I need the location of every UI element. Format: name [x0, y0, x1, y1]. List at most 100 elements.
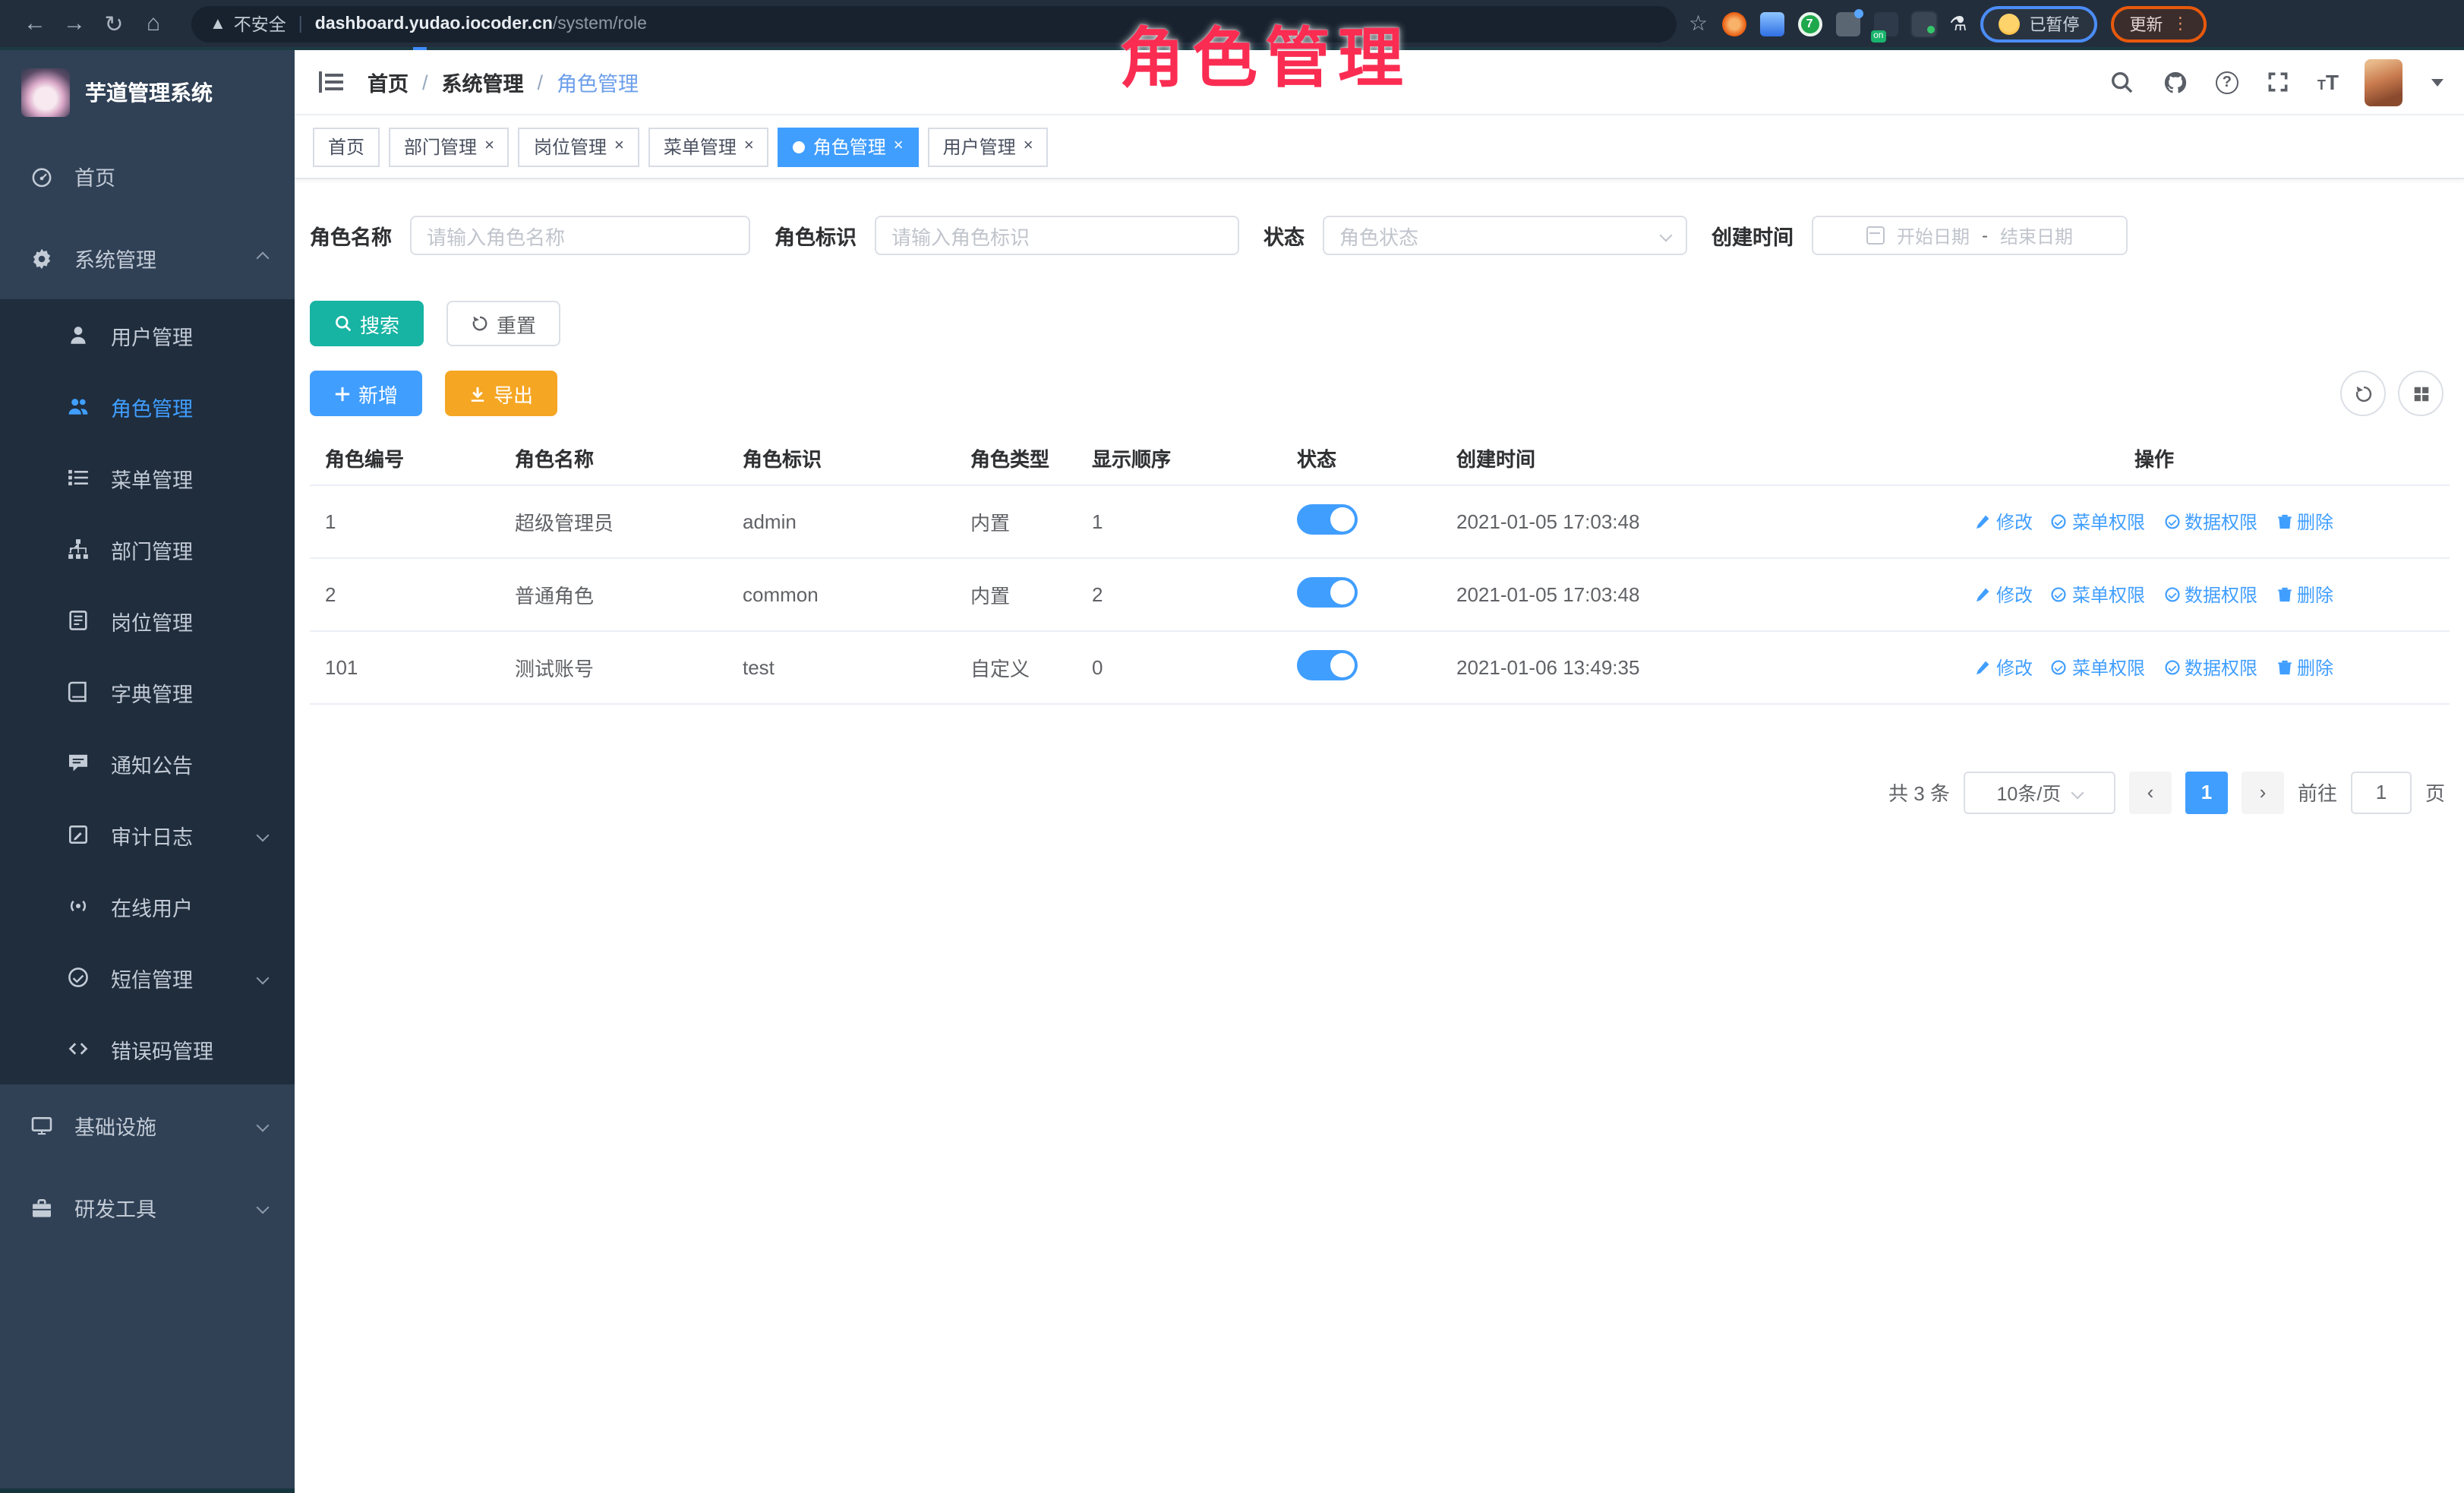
- breadcrumb-home[interactable]: 首页: [368, 67, 409, 97]
- avatar[interactable]: [2365, 58, 2402, 106]
- status-toggle[interactable]: [1297, 576, 1358, 607]
- browser-extensions-area: ☆ 7 on ⚗ 已暂停 更新 ⋮: [1689, 5, 2207, 42]
- search-button[interactable]: 搜索: [310, 301, 424, 346]
- close-icon[interactable]: ×: [894, 138, 904, 155]
- recording-paused-pill[interactable]: 已暂停: [1980, 5, 2097, 42]
- help-icon[interactable]: ?: [2216, 71, 2238, 93]
- github-icon[interactable]: [2163, 68, 2190, 96]
- menu-permission-link[interactable]: 菜单权限: [2051, 581, 2145, 607]
- close-icon[interactable]: ×: [744, 138, 754, 155]
- fullscreen-icon[interactable]: [2264, 68, 2292, 96]
- role-key-label: 角色标识: [775, 220, 857, 251]
- address-bar[interactable]: ▲ 不安全 | dashboard.yudao.iocoder.cn/syste…: [191, 5, 1677, 42]
- data-permission-link[interactable]: 数据权限: [2163, 581, 2257, 607]
- add-button[interactable]: 新增: [310, 371, 422, 416]
- extensions-puzzle-icon[interactable]: ⚗: [1949, 11, 1967, 36]
- tag-dept[interactable]: 部门管理×: [389, 127, 510, 166]
- browser-reload-icon[interactable]: ↻: [94, 4, 134, 43]
- col-actions: 操作: [1859, 431, 2450, 485]
- check-circle-icon: [67, 966, 90, 989]
- browser-update-button[interactable]: 更新 ⋮: [2111, 5, 2207, 42]
- export-button[interactable]: 导出: [445, 371, 557, 416]
- page-size-select[interactable]: 10条/页: [1964, 771, 2115, 813]
- menu-permission-link[interactable]: 菜单权限: [2051, 654, 2145, 680]
- font-size-icon[interactable]: TT: [2317, 70, 2339, 94]
- extension-icon-grid[interactable]: [1835, 11, 1860, 36]
- create-time-label: 创建时间: [1712, 220, 1794, 251]
- sidebar-item-home[interactable]: 首页: [0, 135, 295, 217]
- refresh-table-button[interactable]: [2340, 371, 2386, 416]
- tag-menu[interactable]: 菜单管理×: [648, 127, 769, 166]
- delete-link[interactable]: 删除: [2276, 508, 2333, 534]
- tag-home[interactable]: 首页: [313, 127, 380, 166]
- close-icon[interactable]: ×: [484, 138, 494, 155]
- avatar-caret-icon[interactable]: [2431, 78, 2443, 86]
- bookmark-star-icon[interactable]: ☆: [1689, 11, 1708, 36]
- column-settings-button[interactable]: [2398, 371, 2443, 416]
- delete-link[interactable]: 删除: [2276, 581, 2333, 607]
- sidebar-logo-row[interactable]: 芋道管理系统: [0, 50, 295, 135]
- col-role-type: 角色类型: [955, 431, 1077, 485]
- sidebar-item-dept-mgmt[interactable]: 部门管理: [0, 513, 295, 585]
- status-toggle[interactable]: [1297, 649, 1358, 680]
- hamburger-icon[interactable]: [316, 67, 346, 97]
- extension-icon-blue-gem[interactable]: [1759, 11, 1784, 36]
- role-name-input[interactable]: 请输入角色名称: [410, 216, 750, 255]
- sidebar-item-user-mgmt[interactable]: 用户管理: [0, 299, 295, 371]
- sidebar-item-role-mgmt[interactable]: 角色管理: [0, 371, 295, 442]
- address-divider: |: [298, 14, 303, 33]
- status-toggle[interactable]: [1297, 503, 1358, 534]
- sidebar-item-system[interactable]: 系统管理: [0, 217, 295, 299]
- search-form: 角色名称 请输入角色名称 角色标识 请输入角色标识 状态 角色状态 创建时间 开…: [310, 216, 2450, 255]
- dashboard-icon: [30, 165, 53, 188]
- not-secure-warning-icon: ▲: [210, 14, 226, 33]
- prev-page-button[interactable]: ‹: [2129, 771, 2172, 813]
- active-tag-dot: [793, 140, 806, 153]
- status-select[interactable]: 角色状态: [1323, 216, 1687, 255]
- sidebar-item-notice[interactable]: 通知公告: [0, 728, 295, 799]
- chevron-down-icon: [257, 971, 270, 984]
- menu-permission-link[interactable]: 菜单权限: [2051, 508, 2145, 534]
- page-number-1[interactable]: 1: [2185, 771, 2228, 813]
- sidebar-item-post-mgmt[interactable]: 岗位管理: [0, 585, 295, 656]
- role-key-input[interactable]: 请输入角色标识: [875, 216, 1239, 255]
- tag-role[interactable]: 角色管理×: [778, 127, 919, 166]
- browser-forward-icon[interactable]: →: [55, 4, 94, 43]
- extension-icon-dark[interactable]: on: [1873, 11, 1898, 36]
- breadcrumb-system[interactable]: 系统管理: [442, 67, 524, 97]
- tag-user[interactable]: 用户管理×: [928, 127, 1049, 166]
- header-search-icon[interactable]: [2109, 68, 2137, 96]
- col-role-id: 角色编号: [310, 431, 500, 485]
- gear-icon: [30, 247, 53, 270]
- create-time-range-picker[interactable]: 开始日期 - 结束日期: [1812, 216, 2128, 255]
- extension-on-badge: on: [1870, 30, 1886, 42]
- data-permission-link[interactable]: 数据权限: [2163, 654, 2257, 680]
- edit-link[interactable]: 修改: [1975, 581, 2033, 607]
- browser-home-icon[interactable]: ⌂: [134, 4, 173, 43]
- sidebar-item-error-code[interactable]: 错误码管理: [0, 1013, 295, 1084]
- sidebar-item-dev-tools[interactable]: 研发工具: [0, 1166, 295, 1248]
- sidebar-item-dict-mgmt[interactable]: 字典管理: [0, 656, 295, 728]
- sidebar-item-infrastructure[interactable]: 基础设施: [0, 1084, 295, 1166]
- extension-icon-seven[interactable]: 7: [1797, 11, 1822, 36]
- extension-icon-bot[interactable]: [1911, 11, 1936, 36]
- sidebar-item-online-users[interactable]: 在线用户: [0, 870, 295, 942]
- close-icon[interactable]: ×: [614, 138, 624, 155]
- browser-menu-icon[interactable]: ⋮: [2172, 14, 2188, 33]
- sidebar-item-sms-mgmt[interactable]: 短信管理: [0, 942, 295, 1013]
- browser-back-icon[interactable]: ←: [15, 4, 55, 43]
- goto-page-input[interactable]: 1: [2351, 771, 2412, 813]
- sidebar-item-menu-mgmt[interactable]: 菜单管理: [0, 442, 295, 513]
- browser-toolbar: ← → ↻ ⌂ ▲ 不安全 | dashboard.yudao.iocoder.…: [0, 0, 2464, 47]
- sidebar: 芋道管理系统 首页 系统管理: [0, 50, 295, 1493]
- reset-button[interactable]: 重置: [446, 301, 560, 346]
- sidebar-item-audit-log[interactable]: 审计日志: [0, 799, 295, 870]
- delete-link[interactable]: 删除: [2276, 654, 2333, 680]
- next-page-button[interactable]: ›: [2242, 771, 2284, 813]
- data-permission-link[interactable]: 数据权限: [2163, 508, 2257, 534]
- edit-link[interactable]: 修改: [1975, 508, 2033, 534]
- close-icon[interactable]: ×: [1024, 138, 1033, 155]
- extension-icon-orange[interactable]: [1721, 11, 1746, 36]
- tag-post[interactable]: 岗位管理×: [519, 127, 639, 166]
- edit-link[interactable]: 修改: [1975, 654, 2033, 680]
